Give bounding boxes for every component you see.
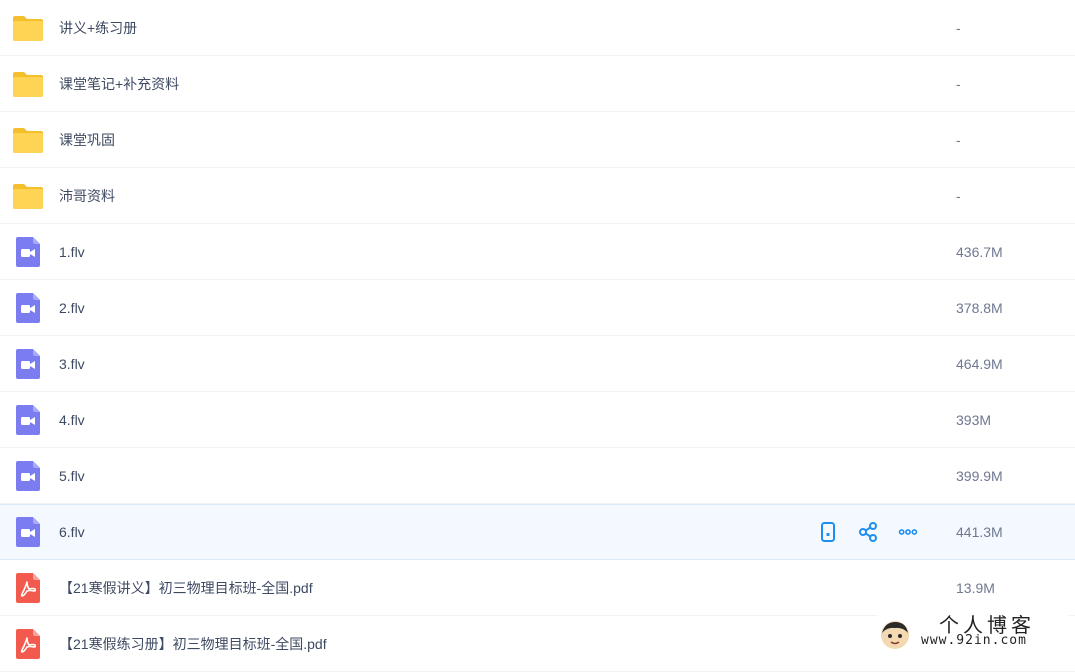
file-name[interactable]: 讲义+练习册	[59, 18, 137, 38]
file-row[interactable]: 【21寒假讲义】初三物理目标班-全国.pdf 13.9M	[0, 560, 1075, 616]
file-name[interactable]: 6.flv	[59, 524, 85, 540]
file-name[interactable]: 沛哥资料	[59, 186, 115, 206]
file-row[interactable]: 1.flv 436.7M	[0, 224, 1075, 280]
file-size: -	[956, 131, 961, 148]
more-icon[interactable]	[898, 522, 918, 542]
row-actions	[818, 522, 918, 542]
file-size: -	[956, 75, 961, 92]
file-row[interactable]: 2.flv 378.8M	[0, 280, 1075, 336]
file-size: -	[956, 19, 961, 36]
watermark: 个人博客 www.92in.com	[877, 609, 1069, 655]
file-size: -	[956, 187, 961, 204]
file-row[interactable]: 课堂巩固 -	[0, 112, 1075, 168]
share-icon[interactable]	[858, 522, 878, 542]
pdf-file-icon	[12, 572, 44, 604]
file-name[interactable]: 1.flv	[59, 244, 85, 260]
file-name[interactable]: 4.flv	[59, 412, 85, 428]
watermark-url: www.92in.com	[921, 633, 1027, 648]
file-row[interactable]: 3.flv 464.9M	[0, 336, 1075, 392]
video-file-icon	[12, 348, 44, 380]
file-size: 378.8M	[956, 299, 1003, 316]
phone-icon[interactable]	[818, 522, 838, 542]
file-size: 13.9M	[956, 579, 995, 596]
video-file-icon	[12, 236, 44, 268]
file-row[interactable]: 讲义+练习册 -	[0, 0, 1075, 56]
folder-icon	[12, 68, 44, 100]
folder-icon	[12, 12, 44, 44]
video-file-icon	[12, 292, 44, 324]
file-name[interactable]: 【21寒假讲义】初三物理目标班-全国.pdf	[59, 578, 313, 598]
file-name[interactable]: 【21寒假练习册】初三物理目标班-全国.pdf	[59, 634, 327, 654]
file-name[interactable]: 3.flv	[59, 356, 85, 372]
file-size: 464.9M	[956, 355, 1003, 372]
file-row[interactable]: 4.flv 393M	[0, 392, 1075, 448]
file-row[interactable]: 沛哥资料 -	[0, 168, 1075, 224]
file-size: 441.3M	[956, 524, 1003, 540]
file-row[interactable]: 5.flv 399.9M	[0, 448, 1075, 504]
watermark-avatar	[879, 619, 911, 651]
file-name[interactable]: 课堂巩固	[59, 130, 115, 150]
file-name[interactable]: 5.flv	[59, 468, 85, 484]
pdf-file-icon	[12, 628, 44, 660]
file-size: 399.9M	[956, 467, 1003, 484]
video-file-icon	[12, 516, 44, 548]
file-size: 393M	[956, 411, 992, 428]
video-file-icon	[12, 404, 44, 436]
file-size: 436.7M	[956, 243, 1003, 260]
folder-icon	[12, 124, 44, 156]
video-file-icon	[12, 460, 44, 492]
folder-icon	[12, 180, 44, 212]
file-list: 讲义+练习册 - 课堂笔记+补充资料 - 课堂巩固 - 沛哥资料 - 1.flv 436.…	[0, 0, 1075, 672]
file-name[interactable]: 2.flv	[59, 300, 85, 316]
file-row[interactable]: 课堂笔记+补充资料 -	[0, 56, 1075, 112]
file-row[interactable]: 6.flv 441.3M	[0, 504, 1075, 560]
file-name[interactable]: 课堂笔记+补充资料	[59, 74, 179, 94]
